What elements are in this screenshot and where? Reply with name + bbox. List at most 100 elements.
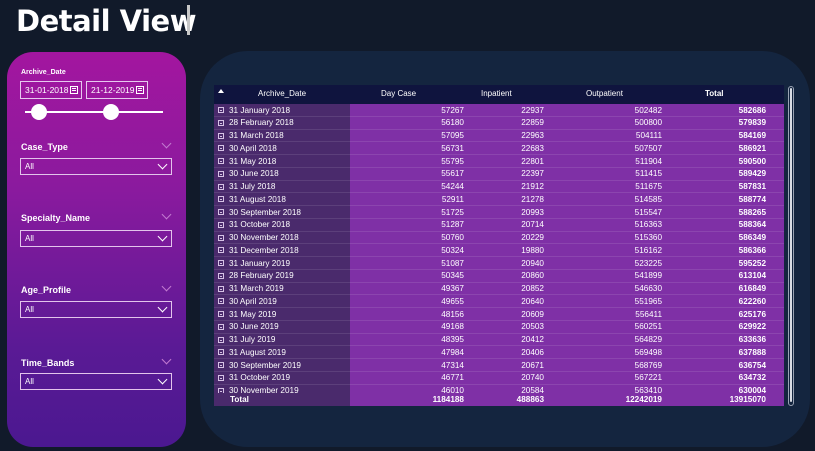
table-row: 31 August 2018 52911 21278 514585 588774 [214,193,784,206]
slider-start-handle[interactable] [30,104,47,120]
header-total[interactable]: Total [705,89,724,98]
cell-total: 613104 [738,271,766,281]
total-label: Total [230,394,249,404]
vertical-scrollbar[interactable] [788,86,794,406]
cell-day-case: 50324 [441,245,464,255]
row-date: 31 August 2019 [229,347,286,357]
cell-total: 589429 [738,169,766,179]
expand-icon[interactable] [218,247,224,254]
expand-icon[interactable] [218,323,224,330]
chevron-down-icon[interactable] [161,281,172,292]
expand-icon[interactable] [218,221,224,228]
sort-ascending-icon[interactable] [218,89,224,93]
cell-day-case: 52911 [441,194,464,204]
chevron-down-icon [157,159,168,170]
date-to-input[interactable]: 21-12-2019 [86,81,148,99]
table-row: 28 February 2018 56180 22859 500800 579839 [214,117,784,130]
total-total: 13915070 [729,394,766,404]
text-cursor [187,5,190,35]
expand-icon[interactable] [218,158,224,164]
expand-icon[interactable] [218,362,224,368]
expand-icon[interactable] [218,234,224,241]
cell-total: 586349 [738,233,766,242]
expand-icon[interactable] [218,298,224,305]
row-date: 31 March 2019 [229,284,284,293]
expand-icon[interactable] [218,145,224,152]
cell-total: 588774 [738,194,766,204]
expand-icon[interactable] [218,260,224,266]
scrollbar-thumb[interactable] [790,88,792,402]
table-row: 30 September 2019 47314 20671 568769 636754 [214,359,784,372]
cell-inpatient: 22859 [521,118,544,128]
cell-outpatient: 569498 [634,347,662,357]
date-from-input[interactable]: 31-01-2018 [20,81,82,99]
cell-total: 616849 [738,284,766,293]
row-date: 30 June 2019 [229,322,279,332]
specialty-name-dropdown[interactable]: All [20,230,172,247]
cell-day-case: 56180 [441,118,464,128]
calendar-icon[interactable] [136,86,144,94]
cell-total: 625176 [738,309,766,319]
cell-outpatient: 507507 [634,143,662,153]
expand-icon[interactable] [218,209,224,215]
chevron-down-icon [157,374,168,385]
slider-end-handle[interactable] [102,104,119,120]
expand-icon[interactable] [218,349,224,356]
cell-outpatient: 502482 [634,105,662,115]
chevron-down-icon [157,231,168,242]
expand-icon[interactable] [218,336,224,343]
cell-inpatient: 22683 [521,143,544,153]
case-type-dropdown[interactable]: All [20,158,172,175]
cell-total: 579839 [738,118,766,128]
cell-outpatient: 568769 [634,360,662,370]
time-bands-dropdown[interactable]: All [20,373,172,390]
expand-icon[interactable] [218,311,224,317]
cell-outpatient: 515547 [634,207,662,217]
cell-day-case: 48395 [441,335,464,344]
expand-icon[interactable] [218,272,224,279]
table-row: 31 March 2018 57095 22963 504111 584169 [214,130,784,143]
cell-outpatient: 500800 [634,118,662,128]
chevron-down-icon[interactable] [161,209,172,220]
table-row: 31 July 2019 48395 20412 564829 633636 [214,334,784,347]
slicer-label-specialty-name: Specialty_Name [21,213,91,223]
dropdown-value: All [25,305,34,314]
cell-day-case: 54244 [441,182,464,191]
cell-outpatient: 523225 [634,258,662,268]
chevron-down-icon[interactable] [161,138,172,149]
cell-outpatient: 511675 [635,182,662,191]
row-date: 30 November 2018 [229,233,299,242]
expand-icon[interactable] [218,374,224,381]
expand-icon[interactable] [218,170,224,177]
cell-inpatient: 21278 [521,194,544,204]
row-date: 31 October 2019 [229,373,290,383]
cell-day-case: 48156 [441,309,464,319]
chevron-down-icon[interactable] [161,354,172,365]
dropdown-value: All [25,377,34,386]
cell-day-case: 55795 [441,156,464,166]
table-row: 30 April 2019 49655 20640 551965 622260 [214,295,784,308]
cell-day-case: 49367 [441,284,464,293]
expand-icon[interactable] [218,285,224,292]
cell-inpatient: 20860 [521,271,544,281]
expand-icon[interactable] [218,132,224,139]
cell-total: 629922 [738,322,766,332]
cell-day-case: 49655 [441,296,464,306]
archive-date-label: Archive_Date [21,69,66,76]
header-archive-date[interactable]: Archive_Date [258,89,306,98]
cell-outpatient: 560251 [634,322,662,332]
row-date: 31 July 2018 [229,182,276,191]
cell-inpatient: 20229 [521,233,544,242]
header-outpatient[interactable]: Outpatient [586,89,623,98]
expand-icon[interactable] [218,107,224,113]
expand-icon[interactable] [218,196,224,203]
calendar-icon[interactable] [70,86,78,94]
table-row: 30 June 2018 55617 22397 511415 589429 [214,168,784,181]
header-day-case[interactable]: Day Case [381,89,416,98]
row-date: 31 July 2019 [229,335,276,344]
header-inpatient[interactable]: Inpatient [481,89,512,98]
cell-inpatient: 20671 [521,360,544,370]
age-profile-dropdown[interactable]: All [20,301,172,318]
expand-icon[interactable] [218,119,224,126]
expand-icon[interactable] [218,183,224,190]
